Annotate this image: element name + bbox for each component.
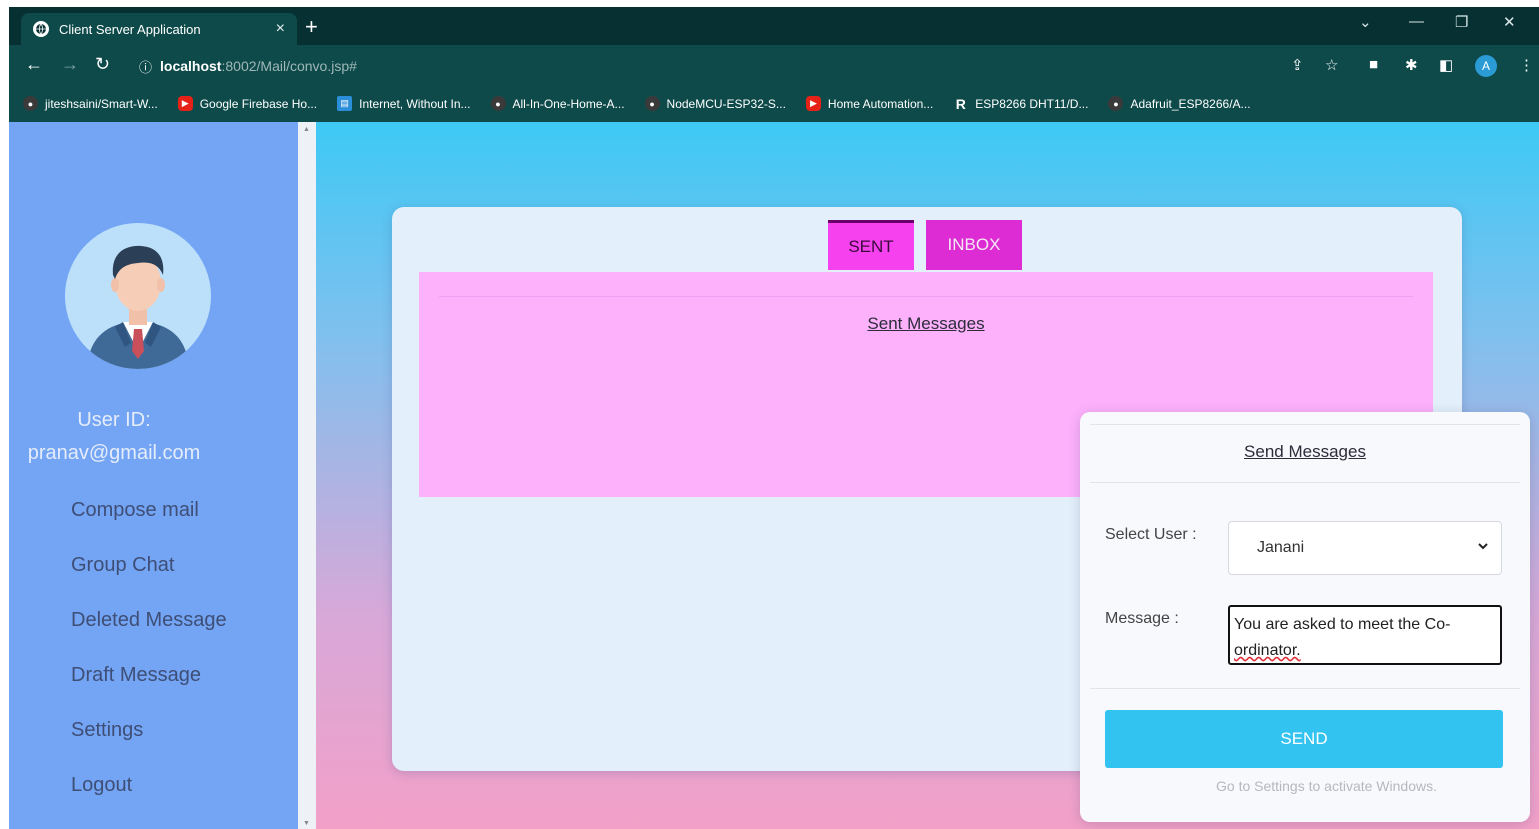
user-id-value: pranav@gmail.com xyxy=(27,442,201,464)
side-panel-icon[interactable]: ◧ xyxy=(1439,56,1453,74)
back-icon[interactable]: ← xyxy=(25,54,43,75)
forward-icon[interactable]: → xyxy=(61,54,79,75)
bookmark-item[interactable]: R ESP8266 DHT11/D... xyxy=(953,95,1089,112)
globe-icon xyxy=(33,21,49,37)
extension-icon[interactable]: ■ xyxy=(1369,56,1378,73)
bookmark-item[interactable]: ▤ Internet, Without In... xyxy=(337,96,471,111)
github-icon: ● xyxy=(23,96,38,111)
message-label: Message : xyxy=(1105,610,1179,627)
url-path: :8002/Mail/convo.jsp# xyxy=(221,58,357,74)
youtube-icon: ▶ xyxy=(805,96,821,111)
reload-icon[interactable]: ↻ xyxy=(95,54,110,75)
share-icon[interactable]: ⇪ xyxy=(1291,56,1304,74)
divider xyxy=(1090,688,1520,689)
bookmark-star-icon[interactable]: ☆ xyxy=(1325,56,1338,74)
tab-strip: Client Server Application × + ⌄ — ❐ ✕ xyxy=(9,7,1539,45)
site-info-icon[interactable]: ⓘ xyxy=(139,57,152,76)
bookmark-label: All-In-One-Home-A... xyxy=(512,96,625,111)
address-bar[interactable]: ⓘ localhost:8002/Mail/convo.jsp# xyxy=(139,53,1319,79)
github-icon: ● xyxy=(490,96,506,111)
send-button[interactable]: SEND xyxy=(1105,710,1503,768)
bookmarks-bar: ● jiteshsaini/Smart-W... ▶ Google Firebase… xyxy=(9,85,1539,122)
sidebar-scrollbar[interactable]: ▲ ▼ xyxy=(298,122,316,829)
selected-user: Janani xyxy=(1257,539,1305,556)
page-icon: ▤ xyxy=(337,96,353,111)
bookmark-label: jiteshsaini/Smart-W... xyxy=(45,96,158,111)
sent-messages-title: Sent Messages xyxy=(867,314,985,333)
scroll-down-icon[interactable]: ▼ xyxy=(303,820,310,827)
restore-icon[interactable]: ❐ xyxy=(1455,13,1468,31)
bookmark-label: NodeMCU-ESP32-S... xyxy=(666,96,786,111)
divider xyxy=(1090,424,1520,425)
nav-settings[interactable]: Settings xyxy=(71,719,143,742)
r-icon: R xyxy=(955,95,966,112)
tab-inbox[interactable]: INBOX xyxy=(926,220,1022,270)
puzzle-icon[interactable]: ✱ xyxy=(1405,56,1418,74)
github-icon: ● xyxy=(1108,96,1124,111)
nav-draft-message[interactable]: Draft Message xyxy=(71,664,201,687)
divider xyxy=(1090,482,1520,483)
scroll-up-icon[interactable]: ▲ xyxy=(303,126,310,133)
sidebar: User ID: pranav@gmail.com Compose mail G… xyxy=(9,122,299,829)
bookmark-item[interactable]: ● Adafruit_ESP8266/A... xyxy=(1108,96,1251,111)
tab-close-icon[interactable]: × xyxy=(276,20,285,38)
page-content: User ID: pranav@gmail.com Compose mail G… xyxy=(9,122,1539,829)
message-line-2: ordinator. xyxy=(1234,642,1301,659)
user-id-label: User ID: xyxy=(77,409,151,431)
divider xyxy=(439,296,1413,297)
url-host: localhost xyxy=(160,58,222,74)
bookmark-item[interactable]: ▶ Home Automation... xyxy=(805,96,934,111)
send-messages-panel: Send Messages Select User : Janani Messa… xyxy=(1080,412,1530,822)
select-user-label: Select User : xyxy=(1105,526,1197,543)
browser-toolbar: ← → ↻ ⓘ localhost:8002/Mail/convo.jsp# ⇪… xyxy=(9,45,1539,85)
nav-logout[interactable]: Logout xyxy=(71,774,132,797)
bookmark-label: Google Firebase Ho... xyxy=(199,96,318,111)
bookmark-label: Home Automation... xyxy=(827,96,934,111)
nav-compose-mail[interactable]: Compose mail xyxy=(71,499,199,522)
bookmark-item[interactable]: ● jiteshsaini/Smart-W... xyxy=(23,96,158,111)
bookmark-item[interactable]: ▶ Google Firebase Ho... xyxy=(177,96,318,111)
browser-tab[interactable]: Client Server Application × xyxy=(21,13,297,45)
nav-group-chat[interactable]: Group Chat xyxy=(71,554,174,577)
activate-windows-watermark: Go to Settings to activate Windows. xyxy=(1216,778,1437,794)
select-user-dropdown[interactable]: Janani xyxy=(1228,521,1502,575)
bookmark-label: Internet, Without In... xyxy=(359,96,471,111)
bookmark-label: Adafruit_ESP8266/A... xyxy=(1130,96,1251,111)
profile-avatar[interactable]: A xyxy=(1475,55,1497,77)
youtube-icon: ▶ xyxy=(177,96,193,111)
tab-sent[interactable]: SENT xyxy=(828,220,914,270)
user-avatar xyxy=(65,223,211,369)
browser-chrome: Client Server Application × + ⌄ — ❐ ✕ ← … xyxy=(9,7,1539,122)
message-line-1: You are asked to meet the Co- xyxy=(1234,616,1451,633)
bookmark-label: ESP8266 DHT11/D... xyxy=(975,96,1089,111)
close-window-icon[interactable]: ✕ xyxy=(1503,13,1516,31)
bookmark-item[interactable]: ● NodeMCU-ESP32-S... xyxy=(644,96,786,111)
bookmark-item[interactable]: ● All-In-One-Home-A... xyxy=(490,96,625,111)
new-tab-icon[interactable]: + xyxy=(305,16,318,38)
tab-title: Client Server Application xyxy=(59,21,201,37)
tab-search-chevron-icon[interactable]: ⌄ xyxy=(1359,13,1372,31)
github-icon: ● xyxy=(644,96,660,111)
nav-deleted-message[interactable]: Deleted Message xyxy=(71,609,227,632)
minimize-icon[interactable]: — xyxy=(1409,13,1424,30)
menu-kebab-icon[interactable]: ⋮ xyxy=(1519,56,1534,74)
message-textarea[interactable]: You are asked to meet the Co- ordinator. xyxy=(1228,605,1502,665)
chevron-down-icon xyxy=(1478,543,1488,550)
send-messages-title: Send Messages xyxy=(1244,442,1366,461)
